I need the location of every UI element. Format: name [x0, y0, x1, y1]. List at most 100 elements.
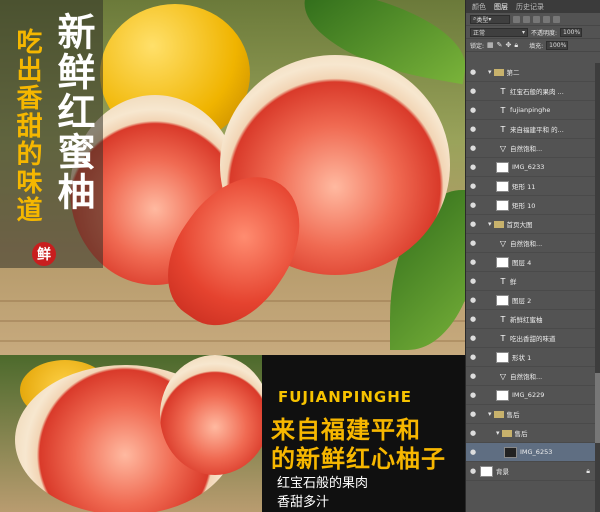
lock-move-icon[interactable]: ✥ — [506, 41, 512, 49]
visibility-eye-icon[interactable]: ● — [466, 144, 480, 152]
layer-name[interactable]: 图层 4 — [512, 257, 531, 267]
filter-text-icon[interactable] — [533, 15, 540, 23]
layer-row[interactable]: ● T 红宝石般的果肉 ... — [466, 82, 596, 101]
visibility-eye-icon[interactable]: ● — [466, 315, 480, 323]
layer-name[interactable]: 售后 — [515, 428, 528, 438]
layer-row[interactable]: ● ▾ 第二 — [466, 63, 596, 82]
chevron-down-icon: ▾ — [521, 28, 525, 36]
scroll-thumb[interactable] — [595, 373, 600, 443]
visibility-eye-icon[interactable]: ● — [466, 372, 480, 380]
detail-banner: FUJIANPINGHE 来自福建平和 的新鲜红心柚子 红宝石般的果肉 香甜多汁 — [0, 355, 465, 512]
layer-row[interactable]: ● ▽ 自然饱和... — [466, 367, 596, 386]
layer-name[interactable]: 新鲜红蜜柚 — [510, 314, 543, 324]
visibility-eye-icon[interactable]: ● — [466, 201, 480, 209]
group-expand-icon[interactable]: ▾ — [488, 68, 492, 76]
tab-history[interactable]: 历史记录 — [516, 2, 544, 12]
layer-row[interactable]: ● 矩形 10 — [466, 196, 596, 215]
visibility-eye-icon[interactable]: ● — [466, 448, 480, 456]
lock-paint-icon[interactable]: ✎ — [497, 41, 503, 49]
layer-name[interactable]: 自然饱和... — [510, 238, 542, 248]
filter-shape-icon[interactable] — [543, 15, 550, 23]
layer-row[interactable]: ● 图层 4 — [466, 253, 596, 272]
layer-name[interactable]: 自然饱和... — [510, 143, 542, 153]
blend-mode-select[interactable]: 正常 ▾ — [470, 27, 528, 37]
layer-name[interactable]: 吃出香甜的味道 — [510, 333, 556, 343]
layer-row[interactable]: ● T 吃出香甜的味道 — [466, 329, 596, 348]
layer-name[interactable]: IMG_6233 — [512, 163, 544, 171]
visibility-eye-icon[interactable]: ● — [466, 239, 480, 247]
filter-adjust-icon[interactable] — [523, 15, 530, 23]
visibility-eye-icon[interactable]: ● — [466, 391, 480, 399]
layer-name[interactable]: 形状 1 — [512, 352, 531, 362]
layer-name[interactable]: 来自福建平和 的... — [510, 124, 564, 134]
layer-row[interactable]: ● T 鲜 — [466, 272, 596, 291]
visibility-eye-icon[interactable]: ● — [466, 353, 480, 361]
visibility-eye-icon[interactable]: ● — [466, 334, 480, 342]
layer-row[interactable]: ● ▽ 自然饱和... — [466, 234, 596, 253]
visibility-eye-icon[interactable]: ● — [466, 68, 480, 76]
visibility-eye-icon[interactable]: ● — [466, 277, 480, 285]
filter-smart-icon[interactable] — [553, 15, 560, 23]
layer-name[interactable]: 第二 — [507, 67, 520, 77]
layer-row[interactable]: ● T 来自福建平和 的... — [466, 120, 596, 139]
kind-filter-select[interactable]: ⌕ 类型 ▾ — [470, 14, 510, 24]
group-expand-icon[interactable]: ▾ — [496, 429, 500, 437]
layer-row[interactable]: ● ▾ 首页大图 — [466, 215, 596, 234]
layer-row[interactable]: ● 形状 1 — [466, 348, 596, 367]
opacity-label: 不透明度: — [531, 29, 558, 37]
visibility-eye-icon[interactable]: ● — [466, 258, 480, 266]
layer-name[interactable]: 图层 2 — [512, 295, 531, 305]
layer-name[interactable]: 鲜 — [510, 276, 517, 286]
layer-row[interactable]: ● IMG_6233 — [466, 158, 596, 177]
group-expand-icon[interactable]: ▾ — [488, 220, 492, 228]
lock-all-icon[interactable]: 🔒︎ — [514, 41, 518, 50]
opacity-input[interactable]: 100% — [560, 27, 583, 37]
text-layer-icon: T — [500, 314, 506, 324]
visibility-eye-icon[interactable]: ● — [466, 429, 480, 437]
chevron-down-icon: ▾ — [488, 15, 492, 23]
layer-row[interactable]: ● IMG_6253 — [466, 443, 596, 462]
tab-color[interactable]: 颜色 — [472, 2, 486, 12]
layer-name[interactable]: fujianpinghe — [510, 106, 550, 114]
filter-pixel-icon[interactable] — [513, 15, 520, 23]
visibility-eye-icon[interactable]: ● — [466, 125, 480, 133]
text-layer-icon: T — [500, 333, 506, 343]
visibility-eye-icon[interactable]: ● — [466, 296, 480, 304]
layer-row[interactable]: ● IMG_6229 — [466, 386, 596, 405]
layer-row[interactable]: ● ▾ 售后 — [466, 424, 596, 443]
visibility-eye-icon[interactable]: ● — [466, 106, 480, 114]
lock-pixels-icon[interactable]: ▦ — [487, 41, 494, 49]
layer-name[interactable]: 首页大图 — [507, 219, 533, 229]
layer-name[interactable]: IMG_6229 — [512, 391, 544, 399]
layer-name[interactable]: 售后 — [507, 409, 520, 419]
layer-row[interactable]: ● ▽ 自然饱和... — [466, 139, 596, 158]
visibility-eye-icon[interactable]: ● — [466, 87, 480, 95]
visibility-eye-icon[interactable]: ● — [466, 220, 480, 228]
visibility-eye-icon[interactable]: ● — [466, 182, 480, 190]
fresh-badge: 鲜 — [32, 242, 56, 266]
layer-name[interactable]: IMG_6253 — [520, 448, 552, 456]
layer-row[interactable]: ● ▾ 售后 — [466, 405, 596, 424]
document-canvas[interactable]: 新鲜红蜜柚 吃出香甜的味道 鲜 FUJIANPINGHE 来自福建平和 的新鲜红… — [0, 0, 465, 512]
layer-row[interactable]: ● 矩形 11 — [466, 177, 596, 196]
layer-name[interactable]: 红宝石般的果肉 ... — [510, 86, 564, 96]
layer-name[interactable]: 矩形 10 — [512, 200, 535, 210]
visibility-eye-icon[interactable]: ● — [466, 410, 480, 418]
layer-row[interactable]: ● T 新鲜红蜜柚 — [466, 310, 596, 329]
fill-input[interactable]: 100% — [546, 40, 569, 50]
layer-row[interactable]: ● 图层 2 — [466, 291, 596, 310]
layer-name[interactable]: 矩形 11 — [512, 181, 535, 191]
layer-row[interactable]: ● Tfujianpinghe — [466, 101, 596, 120]
lock-icon: 🔒︎ — [586, 466, 590, 475]
layer-row[interactable]: ● 背景 🔒︎ — [466, 462, 596, 481]
tab-layers[interactable]: 图层 — [494, 2, 508, 12]
layer-name[interactable]: 自然饱和... — [510, 371, 542, 381]
layer-name[interactable]: 背景 — [496, 466, 509, 476]
group-expand-icon[interactable]: ▾ — [488, 410, 492, 418]
visibility-eye-icon[interactable]: ● — [466, 467, 480, 475]
shape-thumbnail — [496, 351, 509, 363]
layers-scrollbar[interactable] — [595, 63, 600, 512]
fill-value: 100% — [549, 41, 567, 49]
text-layer-icon: T — [500, 124, 506, 134]
visibility-eye-icon[interactable]: ● — [466, 163, 480, 171]
